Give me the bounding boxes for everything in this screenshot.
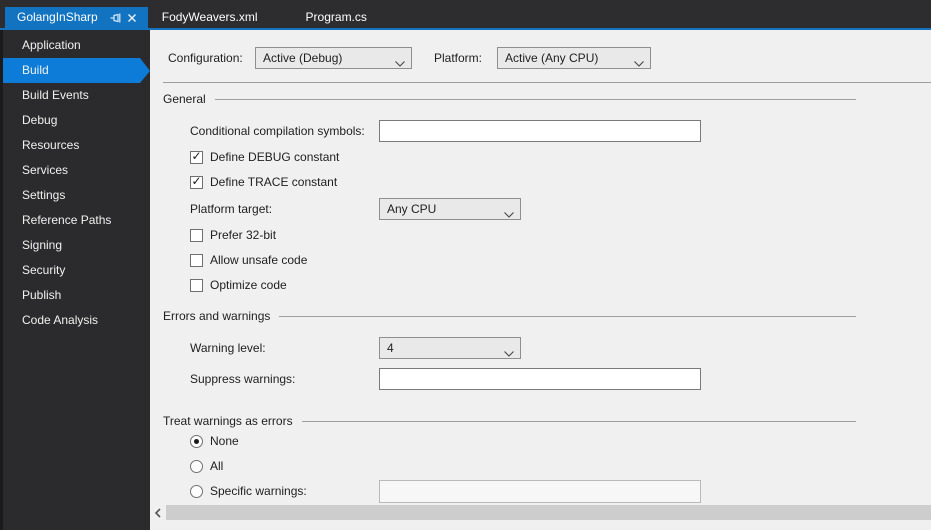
sidebar-item-settings[interactable]: Settings [3,183,150,208]
chevron-down-icon [504,346,514,360]
checkbox-icon[interactable]: ✓ [190,175,203,189]
sidebar-item-debug[interactable]: Debug [3,108,150,133]
checkbox-allow-unsafe[interactable]: ✓ Allow unsafe code [190,249,307,271]
specific-warnings-input[interactable] [379,480,701,503]
sidebar-item-resources[interactable]: Resources [3,133,150,158]
sidebar-item-build-events[interactable]: Build Events [3,83,150,108]
pin-icon[interactable] [108,10,124,26]
platform-target-value: Any CPU [387,202,437,216]
suppress-warnings-input[interactable] [379,368,701,390]
build-settings-panel: Configuration: Active (Debug) Platform: … [150,30,931,530]
tab-golanginsharp[interactable]: GolangInSharp [5,7,148,28]
configuration-select[interactable]: Active (Debug) [255,47,412,69]
sidebar-item-code-analysis[interactable]: Code Analysis [3,308,150,333]
sidebar-item-reference-paths[interactable]: Reference Paths [3,208,150,233]
checkbox-icon[interactable]: ✓ [190,278,203,292]
radio-icon[interactable] [190,484,203,498]
sidebar-item-signing[interactable]: Signing [3,233,150,258]
radio-all[interactable]: All [190,455,223,477]
suppress-warnings-label: Suppress warnings: [190,372,296,386]
divider [301,420,856,422]
scroll-left-icon[interactable] [150,504,166,521]
chevron-down-icon [504,207,514,221]
radio-icon[interactable] [190,459,203,473]
checkbox-icon[interactable]: ✓ [190,150,203,164]
warning-level-select[interactable]: 4 [379,337,521,359]
checkbox-optimize-code[interactable]: ✓ Optimize code [190,274,287,296]
sidebar-item-build[interactable]: Build [3,58,150,83]
platform-target-label: Platform target: [190,202,273,216]
document-tab-bar: GolangInSharp FodyWeavers.xml Program.cs [0,0,931,30]
sidebar-item-security[interactable]: Security [3,258,150,283]
conditional-symbols-input[interactable] [379,120,701,142]
chevron-down-icon [395,56,405,70]
sidebar-item-publish[interactable]: Publish [3,283,150,308]
configuration-label: Configuration: [168,51,243,65]
conditional-symbols-label: Conditional compilation symbols: [190,124,365,138]
radio-specific-warnings[interactable]: Specific warnings: [190,480,307,502]
divider [163,82,931,83]
checkbox-icon[interactable]: ✓ [190,228,203,242]
platform-label: Platform: [434,51,483,65]
tab-programcs[interactable]: Program.cs [296,7,377,28]
warning-level-label: Warning level: [190,341,266,355]
checkbox-icon[interactable]: ✓ [190,253,203,267]
tab-fodyweavers[interactable]: FodyWeavers.xml [152,7,268,28]
tab-label: GolangInSharp [17,10,98,24]
scrollbar-thumb[interactable] [166,505,931,520]
sidebar-item-services[interactable]: Services [3,158,150,183]
project-properties-window: GolangInSharp FodyWeavers.xml Program.cs [0,0,931,530]
section-general: General [163,92,856,106]
divider [214,98,856,100]
section-treat-warnings: Treat warnings as errors [163,414,856,428]
platform-select[interactable]: Active (Any CPU) [497,47,651,69]
tab-label: FodyWeavers.xml [161,10,258,24]
close-icon[interactable] [124,10,140,26]
property-pages-sidebar: Application Build Build Events Debug Res… [0,30,150,530]
configuration-value: Active (Debug) [263,51,343,65]
platform-target-select[interactable]: Any CPU [379,198,521,220]
radio-none[interactable]: None [190,430,239,452]
divider [279,315,856,317]
platform-value: Active (Any CPU) [505,51,599,65]
checkbox-define-debug[interactable]: ✓ Define DEBUG constant [190,146,339,168]
checkbox-define-trace[interactable]: ✓ Define TRACE constant [190,171,337,193]
section-errors-warnings: Errors and warnings [163,309,856,323]
warning-level-value: 4 [387,341,394,355]
horizontal-scrollbar[interactable] [150,504,931,521]
radio-icon[interactable] [190,434,203,448]
sidebar-item-application[interactable]: Application [3,33,150,58]
tab-label: Program.cs [305,10,367,24]
chevron-down-icon [634,56,644,70]
checkbox-prefer-32bit[interactable]: ✓ Prefer 32-bit [190,224,276,246]
